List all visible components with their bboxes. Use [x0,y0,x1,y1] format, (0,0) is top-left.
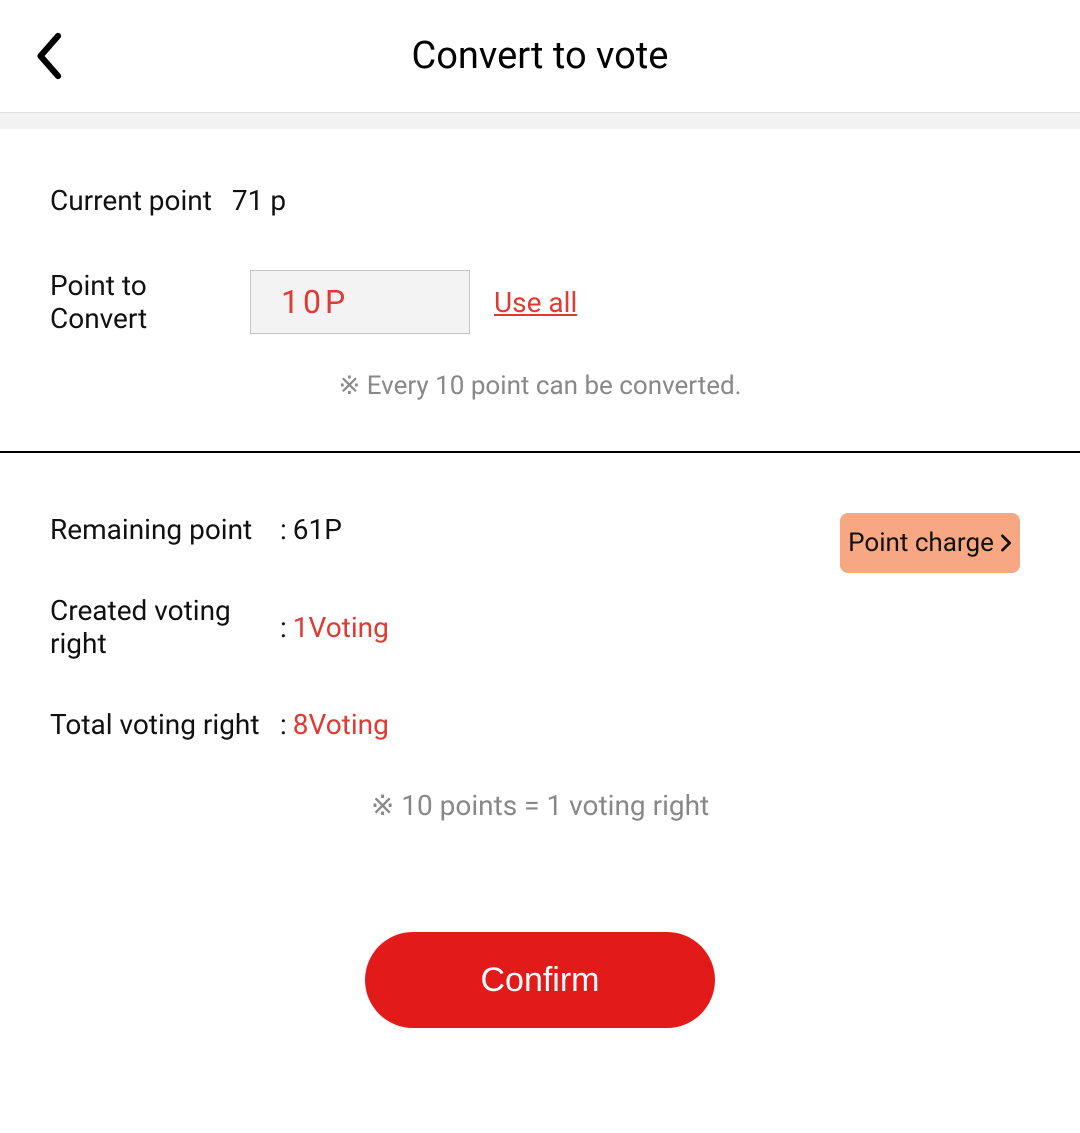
current-point-label: Current point [50,184,212,217]
created-voting-right-label: Created voting right [50,594,280,660]
convert-note: ※ Every 10 point can be converted. [50,371,1030,401]
colon: : [280,513,287,546]
chevron-left-icon [30,31,66,81]
point-to-convert-row: Point to Convert 10P Use all [50,269,1030,335]
page-title: Convert to vote [30,34,1050,78]
remaining-point-value: 61P [293,513,342,546]
use-all-link[interactable]: Use all [494,286,577,319]
total-voting-right-row: Total voting right : 8Voting [50,708,1030,741]
created-voting-right-value: 1Voting [293,611,389,644]
point-to-convert-input[interactable]: 10P [250,270,470,334]
confirm-button[interactable]: Confirm [365,932,715,1028]
section-top: Current point 71 p Point to Convert 10P … [0,129,1080,451]
created-voting-right-row: Created voting right : 1Voting [50,594,1030,660]
back-button[interactable] [30,31,66,81]
section-bottom: Point charge Remaining point : 61P Creat… [0,453,1080,1068]
colon: : [280,611,287,644]
point-charge-button[interactable]: Point charge [840,513,1020,573]
point-to-convert-label: Point to Convert [50,269,250,335]
colon: : [280,708,287,741]
ratio-note: ※ 10 points = 1 voting right [50,789,1030,822]
total-voting-right-label: Total voting right [50,708,280,741]
remaining-point-label: Remaining point [50,513,280,546]
current-point-row: Current point 71 p [50,184,1030,217]
total-voting-right-value: 8Voting [293,708,389,741]
current-point-value: 71 p [232,184,286,217]
header-divider [0,113,1080,129]
point-charge-label: Point charge [848,528,994,558]
chevron-right-icon [1000,534,1012,552]
header: Convert to vote [0,0,1080,113]
